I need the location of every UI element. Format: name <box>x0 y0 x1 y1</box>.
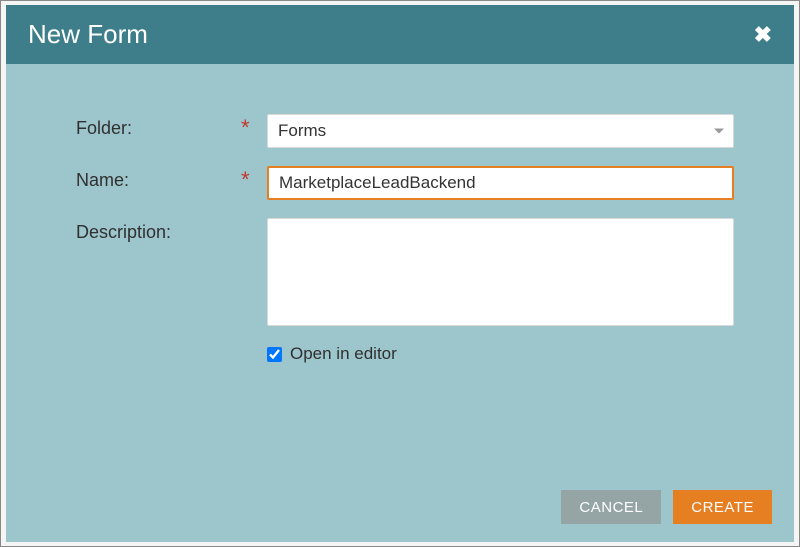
new-form-dialog: New Form ✖ Folder: * Forms Name: * Descr… <box>6 5 794 542</box>
folder-select-value: Forms <box>278 121 326 141</box>
close-icon[interactable]: ✖ <box>754 22 772 48</box>
chevron-down-icon <box>714 129 724 134</box>
dialog-body: Folder: * Forms Name: * Description: Ope… <box>6 64 794 476</box>
open-in-editor-label: Open in editor <box>290 344 397 364</box>
name-label: Name: <box>76 166 241 191</box>
description-row: Description: <box>76 218 734 326</box>
name-input[interactable] <box>267 166 734 200</box>
folder-row: Folder: * Forms <box>76 114 734 148</box>
open-in-editor-checkbox[interactable] <box>267 347 282 362</box>
cancel-button[interactable]: CANCEL <box>561 490 661 524</box>
description-textarea[interactable] <box>267 218 734 326</box>
name-row: Name: * <box>76 166 734 200</box>
folder-select[interactable]: Forms <box>267 114 734 148</box>
create-button[interactable]: CREATE <box>673 490 772 524</box>
description-label: Description: <box>76 218 241 243</box>
open-in-editor-row: Open in editor <box>76 344 734 364</box>
dialog-header: New Form ✖ <box>6 5 794 64</box>
folder-label: Folder: <box>76 114 241 139</box>
required-icon: * <box>241 114 261 142</box>
folder-select-wrap: Forms <box>267 114 734 148</box>
required-icon: * <box>241 166 261 194</box>
dialog-footer: CANCEL CREATE <box>6 476 794 542</box>
dialog-title: New Form <box>28 19 148 50</box>
